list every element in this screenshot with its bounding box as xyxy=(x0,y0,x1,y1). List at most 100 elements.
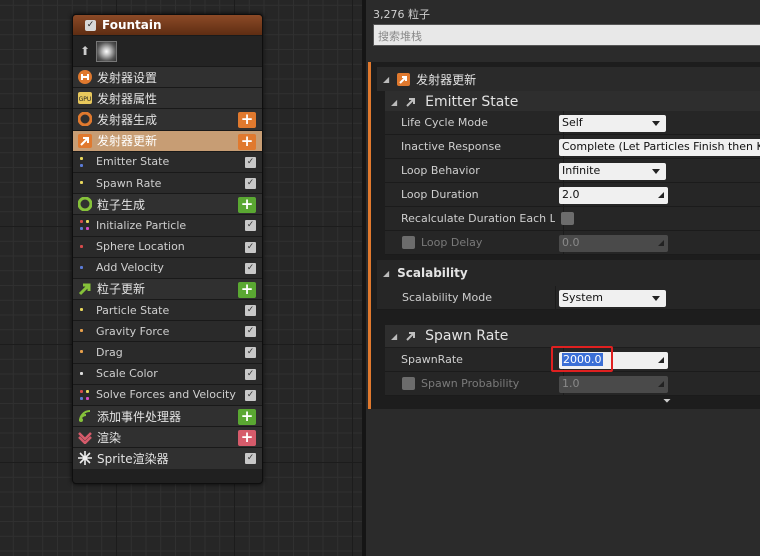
module-enabled-checkbox[interactable]: ✓ xyxy=(245,220,256,232)
module-icon xyxy=(406,332,416,341)
loop-behavior-row: Loop Behavior Infinite xyxy=(385,159,760,183)
section-header[interactable]: ◢ 发射器更新 xyxy=(377,67,760,91)
recalculate-duration-row: Recalculate Duration Each Loo xyxy=(385,207,760,231)
module-usage-dots-icon xyxy=(78,220,90,232)
emitter-update-section: ◢ 发射器更新 ◢ Emitter State Life Cycle Mode … xyxy=(368,62,760,409)
module-usage-dots-icon xyxy=(78,326,90,338)
row-label: Spawn Rate xyxy=(96,176,162,190)
gpu-icon: GPU xyxy=(78,91,92,105)
module-row[interactable]: Gravity Force ✓ xyxy=(73,320,262,342)
module-row[interactable]: Scale Color ✓ xyxy=(73,362,262,384)
scalability-header[interactable]: ◢ Scalability xyxy=(377,260,760,286)
row-label: Solve Forces and Velocity xyxy=(96,388,236,402)
stage-row[interactable]: 粒子生成 + xyxy=(73,193,262,215)
emitter-spawn-icon xyxy=(78,112,92,127)
stage-row[interactable]: 渲染 + xyxy=(73,426,262,448)
module-usage-dots-icon xyxy=(78,263,90,275)
add-module-button[interactable]: + xyxy=(238,281,256,298)
sprite-icon xyxy=(78,451,92,466)
expand-more-icon[interactable]: ⏷ xyxy=(663,396,671,407)
module-row[interactable]: Initialize Particle ✓ xyxy=(73,214,262,236)
add-module-button[interactable]: + xyxy=(238,197,256,214)
stage-row[interactable]: 发射器生成 + xyxy=(73,108,262,130)
life-cycle-mode-row: Life Cycle Mode Self xyxy=(385,111,760,135)
collapse-triangle-icon[interactable]: ◢ xyxy=(383,75,389,84)
module-row[interactable]: Spawn Rate ✓ xyxy=(73,171,262,194)
stage-row[interactable]: 添加事件处理器 + xyxy=(73,405,262,427)
module-enabled-checkbox[interactable]: ✓ xyxy=(245,347,256,359)
stage-row[interactable]: 发射器更新 + xyxy=(73,129,262,151)
module-usage-dots-icon xyxy=(78,347,90,359)
module-usage-dots-icon xyxy=(78,178,90,190)
spawnrate-row: SpawnRate 2000.0 xyxy=(385,346,760,372)
row-label: 发射器生成 xyxy=(97,112,158,127)
collapse-triangle-icon[interactable]: ◢ xyxy=(391,98,397,107)
add-module-button[interactable]: + xyxy=(238,112,256,129)
module-enabled-checkbox[interactable]: ✓ xyxy=(245,241,256,253)
event-handler-icon xyxy=(78,409,92,423)
loop-duration-field[interactable]: 2.0 xyxy=(559,187,668,204)
search-stack[interactable] xyxy=(373,24,760,47)
particle-spawn-icon xyxy=(78,197,92,212)
collapse-triangle-icon[interactable]: ◢ xyxy=(391,332,397,341)
row-label: Particle State xyxy=(96,303,170,317)
section-title: 发射器更新 xyxy=(416,72,477,87)
module-enabled-checkbox[interactable]: ✓ xyxy=(245,453,256,465)
emitter-node[interactable]: ✓ Fountain ⬆ 发射器设置 GPU 发射器属性 发射器生成 + 发射器更新 + Em… xyxy=(72,14,263,484)
loop-behavior-dropdown[interactable]: Infinite xyxy=(559,163,666,180)
module-enabled-checkbox[interactable]: ✓ xyxy=(245,326,256,338)
module-usage-dots-icon xyxy=(78,369,90,381)
spawn-rate-header[interactable]: ◢ Spawn Rate xyxy=(385,325,760,347)
collapse-triangle-icon[interactable]: ◢ xyxy=(383,269,389,278)
emitter-thumbnail-bar: ⬆ xyxy=(73,36,262,66)
row-label: Emitter State xyxy=(96,155,170,169)
add-module-button[interactable]: + xyxy=(238,133,256,150)
row-label: Sphere Location xyxy=(96,240,185,254)
module-enabled-checkbox[interactable]: ✓ xyxy=(245,156,256,168)
module-enabled-checkbox[interactable]: ✓ xyxy=(245,262,256,274)
module-enabled-checkbox[interactable]: ✓ xyxy=(245,305,256,317)
module-row[interactable]: Add Velocity ✓ xyxy=(73,256,262,278)
recalculate-duration-checkbox[interactable] xyxy=(561,212,574,225)
svg-text:GPU: GPU xyxy=(79,96,92,103)
emitter-state-header[interactable]: ◢ Emitter State xyxy=(385,91,760,113)
scalability-mode-dropdown[interactable]: System xyxy=(559,290,666,307)
emitter-enabled-checkbox[interactable]: ✓ xyxy=(85,19,96,31)
stage-row[interactable]: Sprite渲染器 ✓ xyxy=(73,447,262,469)
emitter-update-icon xyxy=(78,133,92,148)
module-enabled-checkbox[interactable]: ✓ xyxy=(245,368,256,380)
module-row[interactable]: Emitter State ✓ xyxy=(73,150,262,172)
loop-delay-enable-checkbox[interactable] xyxy=(402,236,415,249)
stage-row[interactable]: GPU 发射器属性 xyxy=(73,87,262,109)
life-cycle-mode-dropdown[interactable]: Self xyxy=(559,115,666,132)
module-usage-dots-icon xyxy=(78,305,90,317)
emitter-node-header[interactable]: ✓ Fountain xyxy=(73,15,262,36)
row-label: 渲染 xyxy=(97,430,122,445)
pin-icon[interactable]: ⬆ xyxy=(80,44,90,58)
module-row[interactable]: Solve Forces and Velocity ✓ xyxy=(73,383,262,405)
emitter-title: Fountain xyxy=(102,18,162,32)
emitter-thumbnail[interactable] xyxy=(96,40,118,62)
highlight-box xyxy=(551,346,613,372)
row-label: 粒子更新 xyxy=(97,282,146,297)
inactive-response-dropdown[interactable]: Complete (Let Particles Finish then Kill xyxy=(559,139,760,156)
module-enabled-checkbox[interactable]: ✓ xyxy=(245,389,256,401)
search-input[interactable] xyxy=(374,26,760,47)
module-row[interactable]: Drag ✓ xyxy=(73,341,262,363)
inactive-response-row: Inactive Response Complete (Let Particle… xyxy=(385,135,760,159)
add-module-button[interactable]: + xyxy=(238,430,256,447)
module-row[interactable]: Particle State ✓ xyxy=(73,299,262,321)
add-module-button[interactable]: + xyxy=(238,409,256,425)
stage-row[interactable]: 发射器设置 xyxy=(73,66,262,88)
module-usage-dots-icon xyxy=(78,389,90,402)
loop-delay-row: Loop Delay 0.0 xyxy=(385,231,760,255)
row-label: Drag xyxy=(96,346,123,360)
module-icon xyxy=(406,98,416,107)
module-row[interactable]: Sphere Location ✓ xyxy=(73,235,262,257)
loop-duration-row: Loop Duration 2.0 xyxy=(385,183,760,207)
row-label: 粒子生成 xyxy=(97,197,146,212)
spawn-probability-enable-checkbox[interactable] xyxy=(402,377,415,390)
module-enabled-checkbox[interactable]: ✓ xyxy=(245,177,256,189)
render-icon xyxy=(78,430,92,445)
stage-row[interactable]: 粒子更新 + xyxy=(73,277,262,300)
